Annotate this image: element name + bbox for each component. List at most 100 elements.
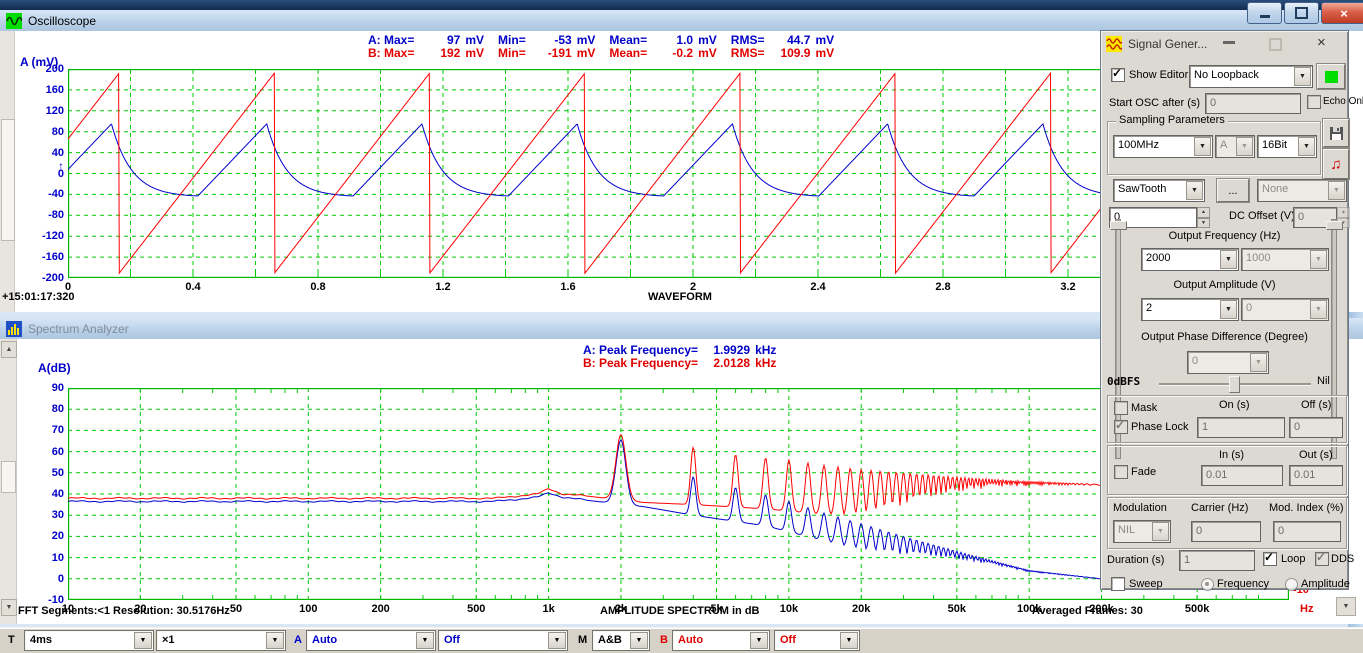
chevron-down-icon[interactable]: ▼	[548, 632, 566, 649]
show-editor-checkbox[interactable]: ✓	[1111, 68, 1125, 82]
minimize-button[interactable]	[1247, 2, 1282, 24]
multiplier-select[interactable]: ×1▼	[156, 630, 286, 651]
trigger-label: T	[8, 634, 15, 646]
chevron-down-icon[interactable]: ▼	[134, 632, 152, 649]
signal-generator-window: Signal Gener... × ✓ Show Editor No Loopb…	[1100, 30, 1349, 590]
chevron-down-icon[interactable]: ▼	[750, 632, 768, 649]
channel-a-trigger-select[interactable]: Auto▼	[306, 630, 436, 651]
x-tick-label: 50k	[948, 603, 966, 615]
x-tick-label: 100	[299, 603, 317, 615]
chevron-down-icon[interactable]: ▼	[1294, 67, 1311, 86]
maximize-icon	[1295, 7, 1308, 19]
chevron-down-icon[interactable]: ▼	[630, 632, 648, 649]
siggen-minimize-icon[interactable]	[1223, 41, 1235, 44]
x-unit-label: Hz	[1300, 603, 1313, 615]
mask-on-input: 1	[1197, 417, 1285, 438]
loopback-select[interactable]: No Loopback▼	[1189, 65, 1313, 88]
phase-lock-checkbox: ✓	[1114, 420, 1128, 434]
channel-mode-select[interactable]: A&B▼	[592, 630, 650, 651]
oscilloscope-timestamp: +15:01:17:320	[2, 291, 74, 303]
dbfs-slider-thumb[interactable]	[1229, 376, 1240, 393]
spectrum-scrollbar-thumb[interactable]	[1, 461, 16, 493]
oscilloscope-scrollbar[interactable]	[0, 31, 15, 312]
y-tick-label: 160	[30, 84, 64, 96]
tone-editor-button[interactable]: ♫	[1323, 149, 1349, 179]
chevron-down-icon[interactable]: ▼	[1220, 300, 1237, 319]
y-tick-label: -200	[30, 272, 64, 284]
fade-label: Fade	[1131, 466, 1156, 478]
wave-type-b-select: None▼	[1257, 179, 1347, 202]
y-tick-label: 200	[30, 63, 64, 75]
close-button[interactable]: ×	[1321, 2, 1363, 24]
x-tick-label: 0.4	[185, 281, 200, 293]
y-tick-label: -160	[30, 251, 64, 263]
x-tick-label: 50	[230, 603, 242, 615]
oscilloscope-titlebar[interactable]: Oscilloscope	[0, 10, 1363, 32]
right-level-slider-thumb[interactable]	[1326, 221, 1343, 230]
chevron-down-icon[interactable]: ▼	[416, 632, 434, 649]
fade-in-label: In (s)	[1219, 449, 1244, 461]
amplitude-a-select[interactable]: 2▼	[1141, 298, 1239, 321]
run-button[interactable]	[1317, 64, 1345, 89]
siggen-titlebar[interactable]: Signal Gener... ×	[1101, 31, 1348, 57]
mod-index-label: Mod. Index (%)	[1269, 502, 1344, 514]
minimize-icon	[1260, 15, 1270, 18]
spectrum-dropdown-icon[interactable]: ▼	[1336, 597, 1356, 616]
sweep-checkbox[interactable]	[1111, 577, 1125, 591]
fade-out-input: 0.01	[1289, 465, 1343, 486]
spectrum-scrollbar[interactable]: ▲ ▼	[0, 339, 17, 624]
mask-off-input: 0	[1289, 417, 1343, 438]
channel-b-trigger-select[interactable]: Auto▼	[672, 630, 770, 651]
y-tick-label: 90	[30, 382, 64, 394]
echo-only-label: Echo Only	[1323, 96, 1363, 107]
oscilloscope-x-axis-title: WAVEFORM	[648, 291, 712, 303]
start-osc-input[interactable]: 0	[1205, 93, 1301, 114]
off-label: Off (s)	[1301, 399, 1331, 411]
signal-generator-icon	[1106, 36, 1122, 52]
wave-type-select[interactable]: SawTooth▼	[1113, 179, 1205, 202]
save-button[interactable]	[1323, 119, 1349, 147]
oscilloscope-scrollbar-thumb[interactable]	[1, 119, 15, 241]
stats-row: B: Peak Frequency=2.0128kHz	[583, 356, 776, 369]
close-icon: ×	[1340, 6, 1348, 21]
scroll-down-icon[interactable]: ▼	[1, 599, 17, 616]
stats-row: A: Peak Frequency=1.9929kHz	[583, 343, 776, 356]
y-tick-label: 0	[30, 573, 64, 585]
sampling-rate-select[interactable]: 100MHz▼	[1113, 135, 1213, 158]
frequency-a-select[interactable]: 2000▼	[1141, 248, 1239, 271]
chevron-down-icon[interactable]: ▼	[1220, 250, 1237, 269]
dc-offset-a-spinner[interactable]: ▲▼	[1197, 207, 1210, 228]
sampling-bits-select[interactable]: 16Bit▼	[1257, 135, 1317, 158]
scroll-up-icon[interactable]: ▲	[1, 341, 17, 358]
chevron-down-icon[interactable]: ▼	[1298, 137, 1315, 156]
channel-b-mode-select[interactable]: Off▼	[774, 630, 860, 651]
music-note-icon: ♫	[1330, 156, 1341, 173]
sweep-amplitude-label: Amplitude	[1301, 578, 1350, 590]
mask-label: Mask	[1131, 402, 1157, 414]
y-tick-label: 120	[30, 105, 64, 117]
channel-a-mode-select[interactable]: Off▼	[438, 630, 568, 651]
fft-info: FFT Segments:<1 Resolution: 30.5176Hz	[18, 605, 230, 617]
oscilloscope-title: Oscilloscope	[28, 14, 96, 28]
modulation-label: Modulation	[1113, 502, 1167, 514]
chevron-down-icon[interactable]: ▼	[266, 632, 284, 649]
y-tick-label: 60	[30, 446, 64, 458]
maximize-button[interactable]	[1284, 2, 1319, 24]
modulation-select: NIL▼	[1113, 520, 1171, 543]
chevron-down-icon[interactable]: ▼	[1194, 137, 1211, 156]
chevron-down-icon[interactable]: ▼	[840, 632, 858, 649]
left-level-slider-thumb[interactable]	[1110, 221, 1127, 230]
loop-checkbox[interactable]: ✓	[1263, 552, 1277, 566]
siggen-close-icon[interactable]: ×	[1317, 34, 1326, 51]
y-tick-label: 40	[30, 147, 64, 159]
sweep-frequency-label: Frequency	[1217, 578, 1269, 590]
channel-b-label: B	[660, 634, 668, 646]
chevron-down-icon[interactable]: ▼	[1186, 181, 1203, 200]
app-root: { "window": { "minimize": "minimize", "m…	[0, 0, 1363, 652]
app-title-strip	[0, 0, 1363, 10]
stats-row: B: Max=192mVMin=-191mVMean=-0.2mVRMS=109…	[368, 46, 1028, 59]
y-tick-label: 30	[30, 509, 64, 521]
timebase-select[interactable]: 4ms▼	[24, 630, 154, 651]
more-options-button[interactable]: ...	[1217, 179, 1249, 202]
trigger-marker-icon[interactable]: ↑	[58, 159, 64, 173]
